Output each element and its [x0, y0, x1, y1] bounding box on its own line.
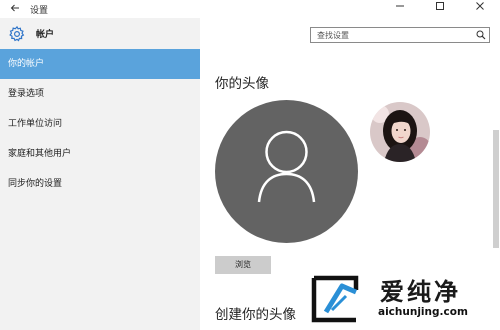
create-avatar-heading: 创建你的头像: [215, 307, 296, 323]
avatar: [215, 100, 358, 243]
section-title: 帐户: [36, 30, 55, 40]
maximize-icon[interactable]: [420, 0, 460, 18]
sidebar-item-label: 家庭和其他用户: [8, 149, 72, 159]
minimize-icon[interactable]: [380, 0, 420, 18]
back-arrow-icon[interactable]: [0, 0, 30, 18]
avatar-heading: 你的头像: [215, 76, 269, 92]
sidebar-item-your-account[interactable]: 你的帐户: [0, 49, 200, 79]
browse-button[interactable]: 浏览: [215, 256, 271, 274]
recent-avatar-photo[interactable]: [370, 102, 430, 162]
close-icon[interactable]: [460, 0, 500, 18]
watermark: 爱纯净 aichunjing.com: [308, 272, 498, 328]
sidebar-item-label: 登录选项: [8, 89, 45, 99]
sidebar-item-sync-settings[interactable]: 同步你的设置: [0, 169, 200, 199]
window-title: 设置: [30, 5, 49, 16]
user-silhouette-icon: [257, 130, 316, 203]
search-icon[interactable]: [473, 28, 489, 42]
sidebar-item-label: 同步你的设置: [8, 179, 63, 189]
watermark-brand: 爱纯净: [380, 278, 461, 306]
gear-icon: [8, 25, 26, 43]
main-content: 查找设置 你的头像 浏览 创建你的头像 爱纯净 aichunjing.com: [200, 18, 500, 330]
sidebar: 帐户 你的帐户 登录选项 工作单位访问 家庭和其他用户 同步你的设置: [0, 18, 200, 330]
sidebar-item-label: 你的帐户: [8, 59, 45, 69]
sidebar-item-family-users[interactable]: 家庭和其他用户: [0, 139, 200, 169]
sidebar-item-work-access[interactable]: 工作单位访问: [0, 109, 200, 139]
watermark-logo-icon: [311, 275, 359, 323]
title-bar: 设置: [0, 0, 500, 18]
search-placeholder: 查找设置: [317, 30, 349, 40]
search-input[interactable]: 查找设置: [310, 27, 490, 43]
sidebar-item-label: 工作单位访问: [8, 119, 63, 129]
watermark-domain: aichunjing.com: [378, 306, 468, 318]
sidebar-header: 帐户: [0, 18, 200, 49]
sidebar-item-sign-in-options[interactable]: 登录选项: [0, 79, 200, 109]
scrollbar[interactable]: [493, 130, 499, 248]
